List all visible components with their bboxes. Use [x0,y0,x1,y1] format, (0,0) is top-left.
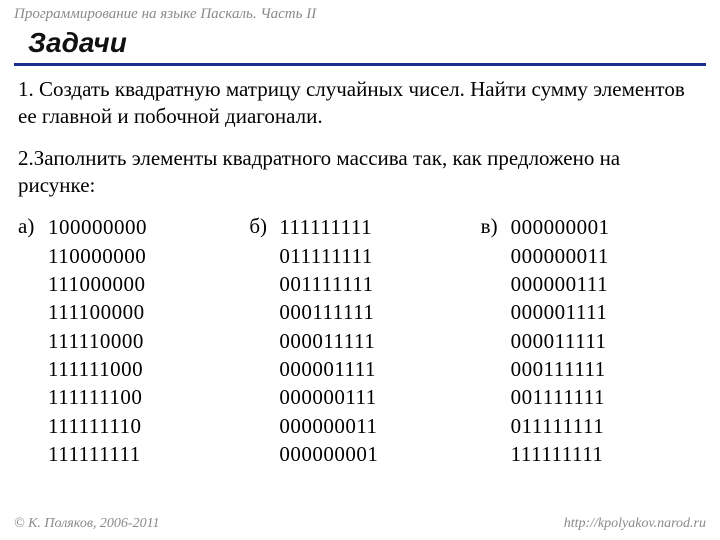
footer-copyright: © К. Поляков, 2006-2011 [14,516,160,532]
matrix-row: 000001111 [511,298,702,326]
matrix-row: 111111000 [48,355,239,383]
matrix-row: 000000011 [511,242,702,270]
matrix-row: 000000111 [279,383,470,411]
matrix-row: 100000000 [48,213,147,241]
title-block: Задачи [0,25,720,63]
page-title: Задачи [28,27,706,63]
matrix-row: 111111100 [48,383,239,411]
matrix-a-label: а) [18,213,48,241]
matrix-row: 000111111 [511,355,702,383]
matrix-row: 001111111 [279,270,470,298]
footer: © К. Поляков, 2006-2011 http://kpolyakov… [0,510,720,540]
matrix-row: 000111111 [279,298,470,326]
task-1: 1. Создать квадратную матрицу случайных … [18,76,702,131]
matrix-row: 111111110 [48,412,239,440]
matrix-row: 001111111 [511,383,702,411]
task-2: 2.Заполнить элементы квадратного массива… [18,145,702,200]
course-title: Программирование на языке Паскаль. Часть… [14,6,316,22]
matrix-row: 000000011 [279,412,470,440]
matrix-row: 011111111 [279,242,470,270]
content: 1. Создать квадратную матрицу случайных … [0,76,720,468]
title-rule [14,63,706,66]
matrix-row: 000001111 [279,355,470,383]
matrix-row: 000000001 [511,213,610,241]
matrix-row: 000000001 [279,440,470,468]
matrix-row: 000000111 [511,270,702,298]
course-header: Программирование на языке Паскаль. Часть… [0,0,720,25]
matrix-row: 111111111 [48,440,239,468]
matrix-row: 111111111 [511,440,702,468]
footer-url: http://kpolyakov.narod.ru [564,516,706,532]
matrices: а) 100000000 110000000 111000000 1111000… [18,213,702,468]
matrix-row: 110000000 [48,242,239,270]
matrix-row: 111111111 [279,213,372,241]
matrix-c: в) 000000001 000000011 000000111 0000011… [481,213,702,468]
matrix-row: 111100000 [48,298,239,326]
matrix-b: б) 111111111 011111111 001111111 0001111… [249,213,470,468]
matrix-c-label: в) [481,213,511,241]
matrix-a: а) 100000000 110000000 111000000 1111000… [18,213,239,468]
matrix-row: 000011111 [511,327,702,355]
matrix-row: 111110000 [48,327,239,355]
matrix-row: 000011111 [279,327,470,355]
matrix-row: 011111111 [511,412,702,440]
matrix-row: 111000000 [48,270,239,298]
matrix-b-label: б) [249,213,279,241]
